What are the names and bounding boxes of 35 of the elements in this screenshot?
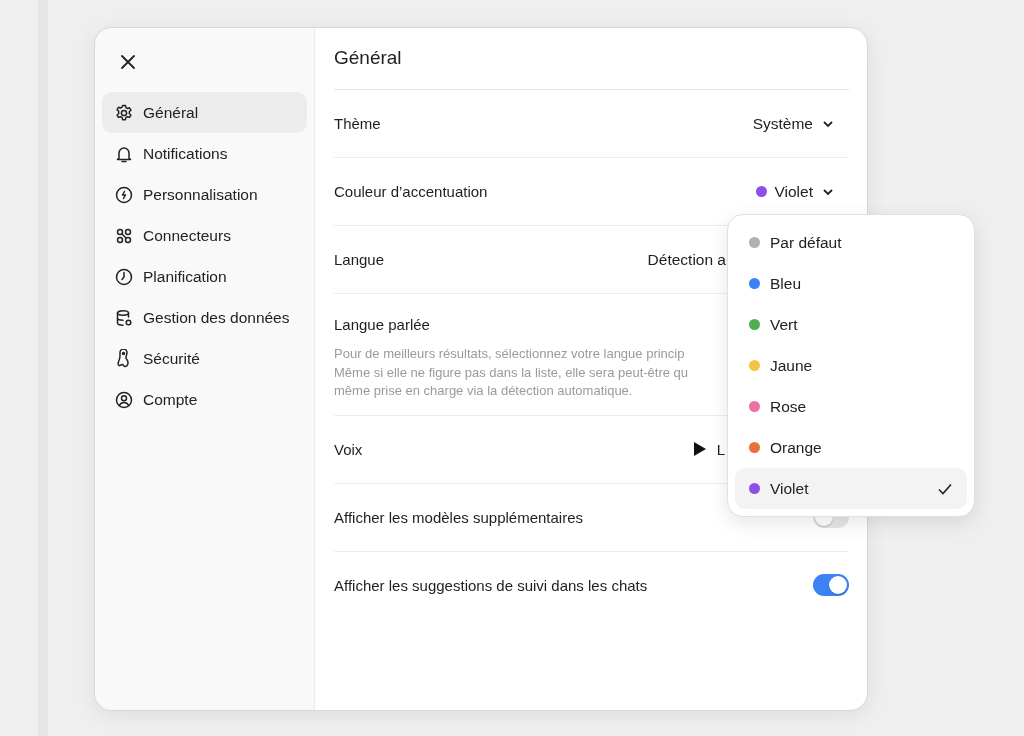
sidebar-item[interactable]: Compte xyxy=(102,379,307,420)
play-icon[interactable] xyxy=(692,441,707,457)
setting-description: Pour de meilleurs résultats, sélectionnez votre langue princip Même si elle ne figure pas dans la liste, elle sera peut-être qu même prise en charge via la détection automatique. xyxy=(334,345,689,400)
menu-option[interactable]: Rose xyxy=(735,386,967,427)
setting-label: Voix xyxy=(334,440,363,458)
user-icon xyxy=(114,389,134,410)
clock-icon xyxy=(114,266,134,287)
setting-label: Thème xyxy=(334,115,381,132)
toggle-switch[interactable] xyxy=(813,574,849,596)
sidebar-item[interactable]: Connecteurs xyxy=(102,215,307,256)
database-icon xyxy=(114,307,134,328)
voice-value[interactable]: L xyxy=(716,440,725,458)
sidebar-item[interactable]: Sécurité xyxy=(102,338,307,379)
panel-title: Général xyxy=(334,46,849,90)
menu-option[interactable]: Violet xyxy=(735,468,967,509)
dropdown-button[interactable]: Violet xyxy=(755,182,849,201)
sidebar-item[interactable]: Planification xyxy=(102,256,307,297)
dropdown-value[interactable]: Détection a xyxy=(647,250,726,269)
sidebar-item[interactable]: Gestion des données xyxy=(102,297,307,338)
menu-option[interactable]: Orange xyxy=(735,427,967,468)
sidebar-item[interactable]: Notifications xyxy=(102,133,307,174)
setting-label: Langue xyxy=(334,251,385,268)
gear-icon xyxy=(114,102,134,123)
sidebar-item[interactable]: Général xyxy=(102,92,307,133)
setting-label: Afficher les modèles supplémentaires xyxy=(334,508,584,526)
setting-label: Langue parlée xyxy=(334,316,431,333)
sidebar-item[interactable]: Personnalisation xyxy=(102,174,307,215)
setting-label: Couleur d’accentuation xyxy=(334,183,488,200)
menu-option[interactable]: Jaune xyxy=(735,345,967,386)
menu-option[interactable]: Vert xyxy=(735,304,967,345)
menu-option[interactable]: Par défaut xyxy=(735,222,967,263)
swirl-icon xyxy=(114,184,134,205)
menu-option[interactable]: Bleu xyxy=(735,263,967,304)
setting-label: Afficher les suggestions de suivi dans les chats xyxy=(334,576,648,594)
dropdown-button[interactable]: Système xyxy=(752,114,849,133)
